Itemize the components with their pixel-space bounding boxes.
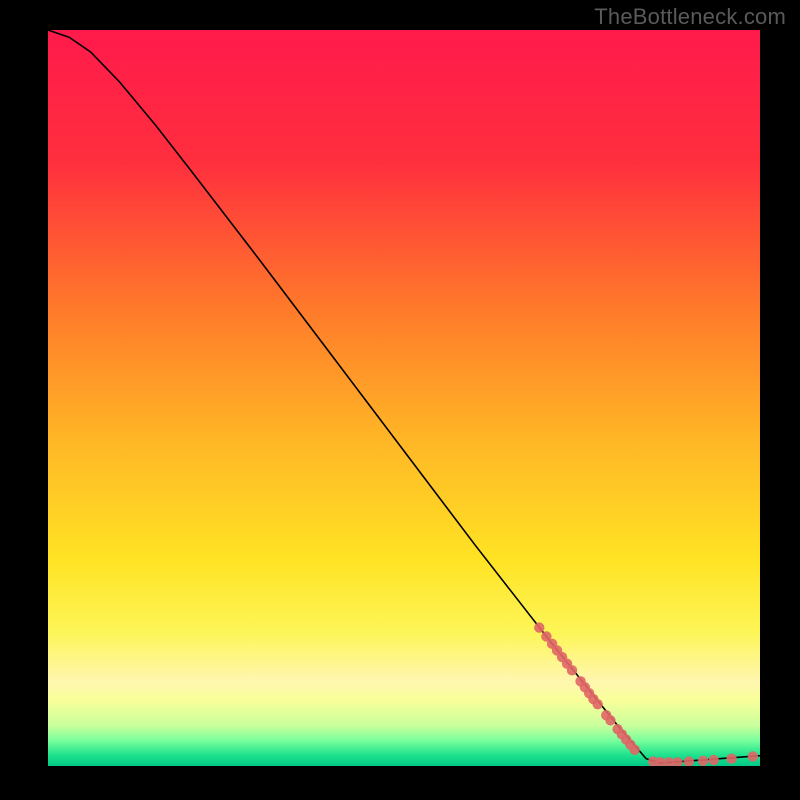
attribution-text: TheBottleneck.com	[594, 4, 786, 30]
data-point	[567, 665, 577, 675]
plot-area	[48, 30, 760, 766]
gradient-background	[48, 30, 760, 766]
data-point	[709, 755, 719, 765]
bottleneck-curve-chart	[48, 30, 760, 766]
data-point	[726, 753, 736, 763]
data-point	[592, 699, 602, 709]
chart-wrapper: TheBottleneck.com	[0, 0, 800, 800]
data-point	[698, 756, 708, 766]
data-point	[629, 745, 639, 755]
data-point	[534, 622, 544, 632]
data-point	[748, 751, 758, 761]
data-point	[605, 715, 615, 725]
